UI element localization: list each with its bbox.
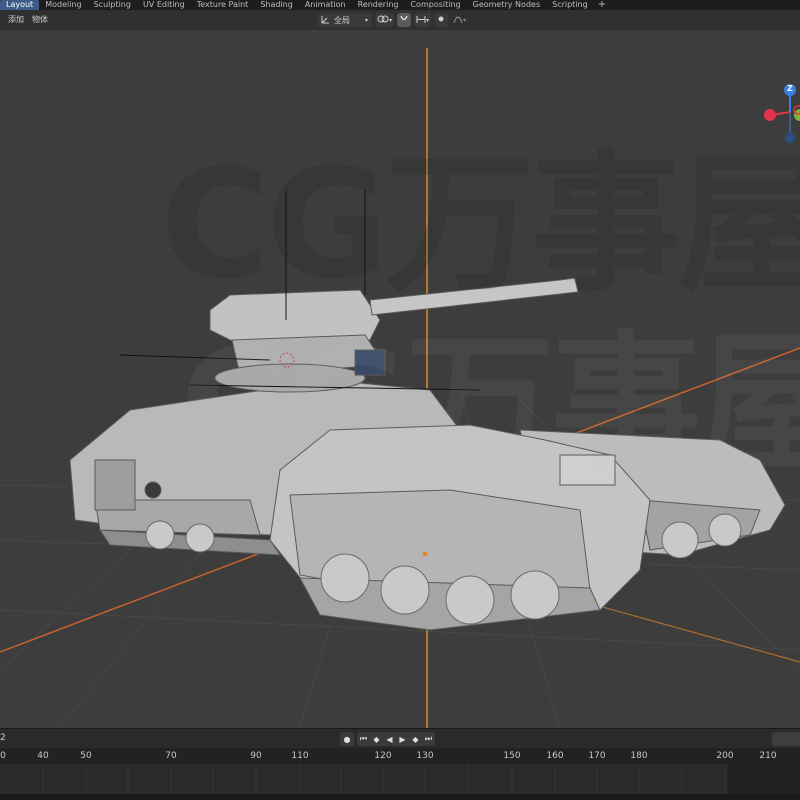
tab-modeling[interactable]: Modeling: [39, 0, 87, 10]
play-icon: ▶: [399, 734, 406, 744]
timeline-header: 2 ● ⏮ ◆ ◀ ▶ ◆ ⏭: [0, 728, 800, 748]
chevron-down-icon: ▾: [426, 16, 430, 24]
start-frame-field[interactable]: [772, 732, 800, 746]
pivot-icon: [377, 14, 389, 26]
transform-orientation-dropdown[interactable]: 全局 ▾: [318, 13, 372, 27]
3d-viewport[interactable]: CG万事屋 CG万事屋 Z: [0, 30, 800, 728]
tick-label: 150: [503, 751, 521, 761]
tab-layout[interactable]: Layout: [0, 0, 40, 10]
tick-label: 0: [0, 751, 6, 761]
snap-increment-icon: [416, 15, 426, 26]
tick-label: 210: [759, 751, 777, 761]
snap-target-dropdown[interactable]: ▾: [414, 13, 432, 27]
tick-label: 40: [37, 751, 49, 761]
tick-label: 170: [588, 751, 606, 761]
add-workspace-button[interactable]: +: [594, 0, 610, 10]
gizmo-x-handle: [764, 109, 776, 121]
chevron-down-icon: ▾: [364, 16, 368, 24]
tick-label: 180: [630, 751, 648, 761]
tick-label: 110: [291, 751, 309, 761]
tab-geometry-nodes[interactable]: Geometry Nodes: [467, 0, 546, 10]
gizmo-y-handle: [794, 109, 800, 121]
falloff-icon: [453, 15, 463, 26]
header-tools: 全局 ▾ ▾ ▾ ▾: [318, 13, 468, 27]
gizmo-neg-z-handle: [785, 133, 795, 143]
tick-label: 70: [165, 751, 177, 761]
viewport-header: 添加 物体 全局 ▾ ▾ ▾ ▾: [0, 10, 800, 30]
watermark-secondary: CG万事屋: [180, 318, 800, 492]
tick-label: 120: [374, 751, 392, 761]
tab-animation[interactable]: Animation: [299, 0, 352, 10]
transform-orientation-icon: [321, 15, 330, 26]
orientation-value: 全局: [334, 15, 350, 25]
menu-object[interactable]: 物体: [28, 10, 52, 30]
prev-keyframe-button[interactable]: ◆: [370, 732, 383, 746]
jump-end-icon: ⏭: [424, 734, 433, 743]
prev-keyframe-icon: ◆: [373, 734, 380, 744]
play-reverse-icon: ◀: [386, 734, 393, 744]
chevron-down-icon: ▾: [389, 16, 393, 24]
next-keyframe-icon: ◆: [412, 734, 419, 744]
tab-rendering[interactable]: Rendering: [352, 0, 405, 10]
auto-keying-button[interactable]: ●: [340, 732, 354, 746]
timeline-track-area[interactable]: [0, 764, 800, 794]
tick-label: 160: [546, 751, 564, 761]
gizmo-z-label: Z: [787, 84, 793, 93]
tick-label: 130: [416, 751, 434, 761]
tick-label: 50: [80, 751, 92, 761]
tick-label: 200: [716, 751, 734, 761]
tab-texture-paint[interactable]: Texture Paint: [191, 0, 255, 10]
chevron-down-icon: ▾: [463, 16, 467, 24]
snap-icon: [399, 14, 409, 26]
tick-label: 90: [250, 751, 262, 761]
proportional-edit-toggle[interactable]: [434, 13, 449, 27]
record-icon: ●: [343, 734, 351, 744]
workspace-tabs: Layout Modeling Sculpting UV Editing Tex…: [0, 0, 800, 10]
play-button[interactable]: ▶: [396, 732, 409, 746]
jump-end-button[interactable]: ⏭: [422, 732, 435, 746]
tab-uv-editing[interactable]: UV Editing: [137, 0, 191, 10]
proportional-edit-icon: [437, 15, 445, 25]
jump-start-button[interactable]: ⏮: [357, 732, 370, 746]
tab-compositing[interactable]: Compositing: [404, 0, 466, 10]
next-keyframe-button[interactable]: ◆: [409, 732, 422, 746]
falloff-dropdown[interactable]: ▾: [451, 13, 468, 27]
playback-controls: ● ⏮ ◆ ◀ ▶ ◆ ⏭: [340, 732, 435, 746]
pivot-point-button[interactable]: ▾: [375, 13, 395, 27]
timeline-ruler[interactable]: 0 40 50 70 90 110 120 130 150 160 170 18…: [0, 748, 800, 764]
playback-button-group: ⏮ ◆ ◀ ▶ ◆ ⏭: [357, 732, 435, 746]
jump-start-icon: ⏮: [359, 734, 368, 743]
tab-sculpting[interactable]: Sculpting: [88, 0, 137, 10]
menu-add[interactable]: 添加: [0, 10, 28, 30]
timeline-frame-label: 2: [0, 733, 6, 743]
tab-scripting[interactable]: Scripting: [546, 0, 594, 10]
status-bar: [0, 794, 800, 800]
play-reverse-button[interactable]: ◀: [383, 732, 396, 746]
snap-toggle[interactable]: [397, 13, 412, 27]
navigation-gizmo[interactable]: Z: [760, 80, 800, 160]
tab-shading[interactable]: Shading: [254, 0, 299, 10]
timeline-gridlines: [42, 764, 800, 794]
watermark: CG万事屋: [160, 138, 800, 312]
